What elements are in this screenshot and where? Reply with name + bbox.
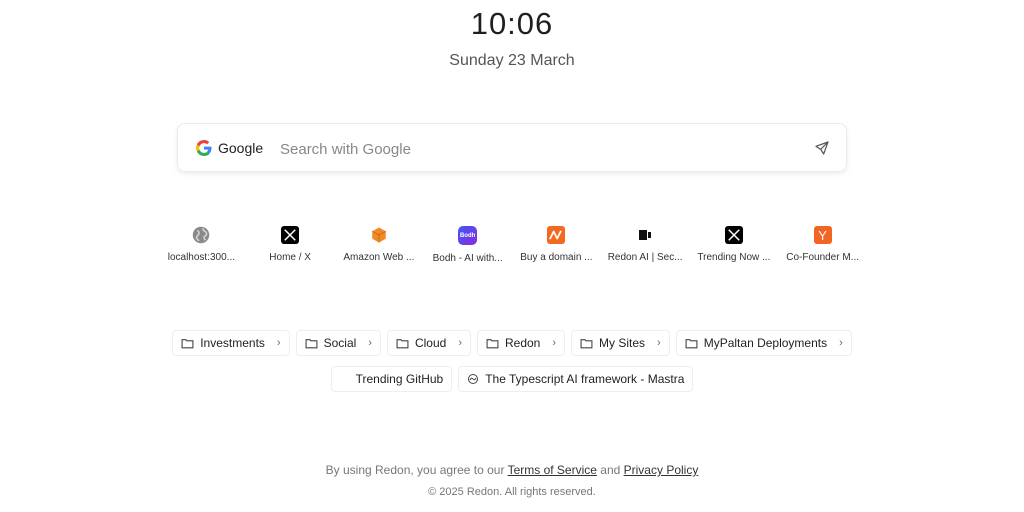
folder-label: MyPaltan Deployments xyxy=(703,336,828,350)
search-input[interactable] xyxy=(278,136,802,162)
redon-logo-icon xyxy=(636,226,654,244)
search-bar[interactable]: Google xyxy=(177,123,847,172)
folder-icon xyxy=(580,338,593,348)
shortcut-label: Buy a domain ... xyxy=(520,252,593,263)
chevron-right-icon: › xyxy=(657,337,661,349)
shortcuts-grid: localhost:300... Home / X Amazon Web ...… xyxy=(157,226,867,264)
bodh-logo-icon: Bodh xyxy=(458,226,478,245)
folder-icon xyxy=(486,338,499,348)
folder-icon xyxy=(305,338,318,348)
folder-my-sites[interactable]: My Sites › xyxy=(571,330,670,356)
folder-redon[interactable]: Redon › xyxy=(476,330,566,356)
ycombinator-logo-icon: Y xyxy=(813,226,832,244)
new-tab-page: 10:06 Sunday 23 March Google localhost:3… xyxy=(0,0,1024,512)
shortcut-label: Bodh - AI with... xyxy=(432,253,503,264)
footer-copyright: © 2025 Redon. All rights reserved. xyxy=(428,486,596,498)
shortcut-trending-now[interactable]: Trending Now ... xyxy=(690,226,779,264)
folder-label: Social xyxy=(323,336,357,350)
footer-and: and xyxy=(600,463,621,477)
chevron-right-icon: › xyxy=(368,337,372,349)
clock-time: 10:06 xyxy=(470,6,554,41)
folder-label: Redon xyxy=(504,336,541,350)
x-logo-icon xyxy=(281,226,300,244)
bookmark-mastra[interactable]: The Typescript AI framework - Mastra xyxy=(458,366,694,392)
chevron-right-icon: › xyxy=(458,337,462,349)
terms-of-service-link[interactable]: Terms of Service xyxy=(508,463,597,477)
namecheap-logo-icon xyxy=(547,226,566,244)
folder-cloud[interactable]: Cloud › xyxy=(386,330,471,356)
shortcut-bodh[interactable]: Bodh Bodh - AI with... xyxy=(423,226,512,264)
shortcut-co-founder[interactable]: Y Co-Founder M... xyxy=(778,226,867,264)
folder-investments[interactable]: Investments › xyxy=(172,330,290,356)
x-logo-icon xyxy=(724,226,743,244)
bookmark-label: The Typescript AI framework - Mastra xyxy=(485,372,685,386)
clock-date: Sunday 23 March xyxy=(449,52,575,69)
privacy-policy-link[interactable]: Privacy Policy xyxy=(624,463,699,477)
bookmark-links: Trending GitHub The Typescript AI framew… xyxy=(0,366,1024,392)
search-engine-label: Google xyxy=(218,140,264,156)
shortcut-redon-ai[interactable]: Redon AI | Sec... xyxy=(601,226,690,264)
shortcut-label: localhost:300... xyxy=(167,252,235,263)
folder-icon xyxy=(396,338,409,348)
shortcut-label: Amazon Web ... xyxy=(343,252,415,263)
globe-icon xyxy=(192,226,210,244)
shortcut-label: Co-Founder M... xyxy=(786,252,860,263)
folder-icon xyxy=(181,338,194,348)
folder-social[interactable]: Social › xyxy=(295,330,381,356)
shortcut-localhost[interactable]: localhost:300... xyxy=(157,226,246,264)
shortcut-buy-domain[interactable]: Buy a domain ... xyxy=(512,226,601,264)
search-engine-selector[interactable]: Google xyxy=(196,138,263,158)
bookmark-folders: Investments › Social › Cloud › Redon › M… xyxy=(0,330,1024,356)
shortcut-label: Home / X xyxy=(269,252,311,263)
shortcut-label: Redon AI | Sec... xyxy=(607,252,683,263)
folder-label: Investments xyxy=(200,336,265,350)
shortcut-home-x[interactable]: Home / X xyxy=(246,226,335,264)
shortcut-amazon-web[interactable]: Amazon Web ... xyxy=(335,226,424,264)
bookmark-label: Trending GitHub xyxy=(355,372,444,386)
chevron-right-icon: › xyxy=(839,337,843,349)
mastra-logo-icon xyxy=(468,374,479,384)
aws-cube-icon xyxy=(370,226,388,244)
footer-prefix: By using Redon, you agree to our xyxy=(325,463,505,477)
folder-label: Cloud xyxy=(414,336,447,350)
google-logo-icon xyxy=(196,140,212,156)
footer-terms: By using Redon, you agree to our Terms o… xyxy=(0,463,1024,477)
chevron-right-icon: › xyxy=(276,337,281,349)
bookmark-trending-github[interactable]: Trending GitHub xyxy=(330,366,453,392)
folder-icon xyxy=(685,338,698,348)
send-icon[interactable] xyxy=(814,140,830,156)
chevron-right-icon: › xyxy=(552,337,557,349)
folder-mypaltan-deployments[interactable]: MyPaltan Deployments › xyxy=(675,330,852,356)
folder-label: My Sites xyxy=(599,336,646,350)
shortcut-label: Trending Now ... xyxy=(697,252,771,263)
